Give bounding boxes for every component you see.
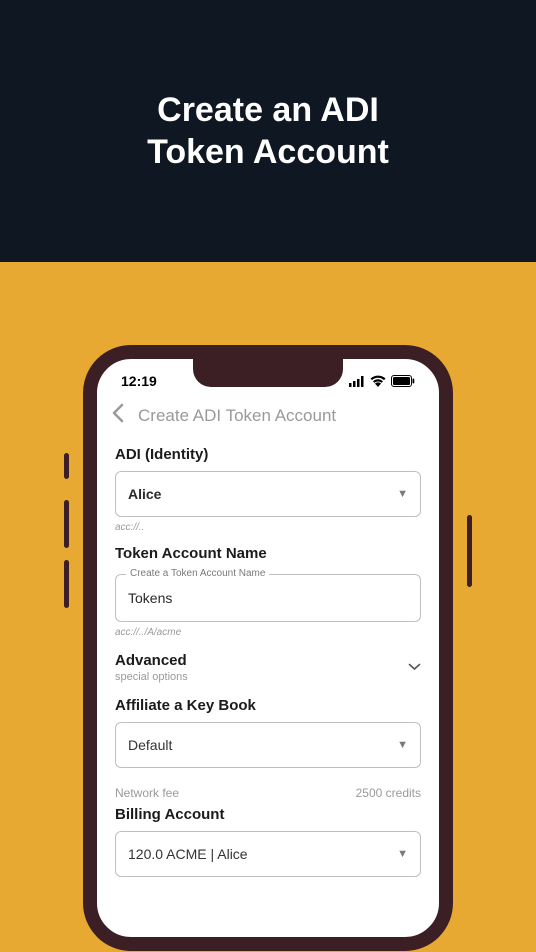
banner-title: Create an ADI Token Account <box>147 89 389 174</box>
token-name-label: Token Account Name <box>115 545 421 562</box>
fee-value: 2500 credits <box>356 786 421 800</box>
cellular-icon <box>349 376 365 387</box>
banner-title-line2: Token Account <box>147 133 389 171</box>
chevron-down-icon: ▼ <box>397 739 408 751</box>
wifi-icon <box>370 375 386 387</box>
adi-label: ADI (Identity) <box>115 446 421 463</box>
phone-volume-down <box>64 560 69 608</box>
billing-select[interactable]: 120.0 ACME | Alice ▼ <box>115 831 421 877</box>
keybook-value: Default <box>128 737 172 753</box>
billing-label: Billing Account <box>115 806 421 823</box>
phone-power-button <box>467 515 472 587</box>
advanced-toggle[interactable]: Advanced special options <box>115 652 421 683</box>
token-name-hint: acc://../A/acme <box>115 627 421 638</box>
phone-side-button <box>64 453 69 479</box>
chevron-down-icon: ▼ <box>397 488 408 500</box>
token-name-float-label: Create a Token Account Name <box>126 568 269 579</box>
phone-volume-up <box>64 500 69 548</box>
status-time: 12:19 <box>121 373 157 389</box>
phone-notch <box>193 357 343 387</box>
token-name-value: Tokens <box>128 590 172 606</box>
banner-title-line1: Create an ADI <box>157 91 379 129</box>
billing-value: 120.0 ACME | Alice <box>128 846 248 862</box>
phone-frame: 12:19 Create ADI Token Account ADI (Iden… <box>83 345 453 951</box>
keybook-label: Affiliate a Key Book <box>115 697 421 714</box>
keybook-select[interactable]: Default ▼ <box>115 722 421 768</box>
chevron-down-icon <box>408 652 421 676</box>
back-button[interactable] <box>111 403 124 428</box>
chevron-down-icon: ▼ <box>397 848 408 860</box>
token-name-input[interactable]: Create a Token Account Name Tokens <box>115 574 421 622</box>
adi-select[interactable]: Alice ▼ <box>115 471 421 517</box>
advanced-sub: special options <box>115 671 188 683</box>
advanced-label: Advanced <box>115 652 188 669</box>
adi-hint: acc://.. <box>115 522 421 533</box>
battery-icon <box>391 375 415 387</box>
chevron-left-icon <box>111 403 124 423</box>
fee-label: Network fee <box>115 786 179 800</box>
marketing-banner: Create an ADI Token Account <box>0 0 536 262</box>
adi-value: Alice <box>128 486 161 502</box>
navigation-bar: Create ADI Token Account <box>97 397 439 438</box>
network-fee-row: Network fee 2500 credits <box>115 786 421 800</box>
screen-title: Create ADI Token Account <box>138 406 336 426</box>
